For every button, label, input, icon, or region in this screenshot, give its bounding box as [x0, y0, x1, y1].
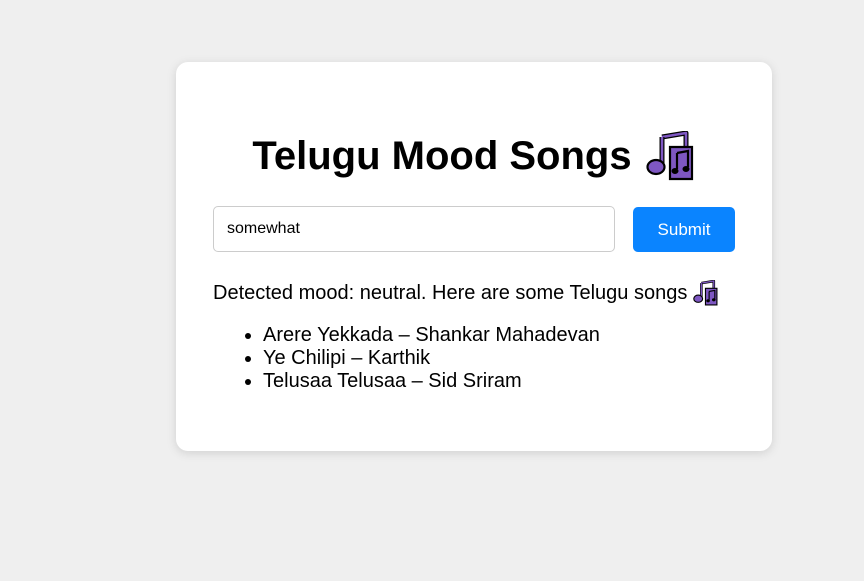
result-message: Detected mood: neutral. Here are some Te… [213, 282, 688, 304]
result-section: Detected mood: neutral. Here are some Te… [213, 280, 753, 393]
mood-input[interactable] [213, 206, 615, 252]
main-card: Telugu Mood Songs Submit Detected [176, 62, 772, 451]
list-item: Telusaa Telusaa – Sid Sriram [263, 370, 753, 393]
list-item: Ye Chilipi – Karthik [263, 347, 753, 370]
result-message-row: Detected mood: neutral. Here are some Te… [213, 280, 753, 306]
header: Telugu Mood Songs [176, 128, 772, 184]
list-item: Arere Yekkada – Shankar Mahadevan [263, 324, 753, 347]
musical-notes-icon [693, 280, 719, 306]
submit-button[interactable]: Submit [633, 207, 735, 252]
musical-notes-icon [645, 131, 696, 181]
page-title: Telugu Mood Songs [252, 134, 632, 178]
mood-form: Submit [213, 206, 735, 252]
song-list: Arere Yekkada – Shankar Mahadevan Ye Chi… [213, 324, 753, 393]
